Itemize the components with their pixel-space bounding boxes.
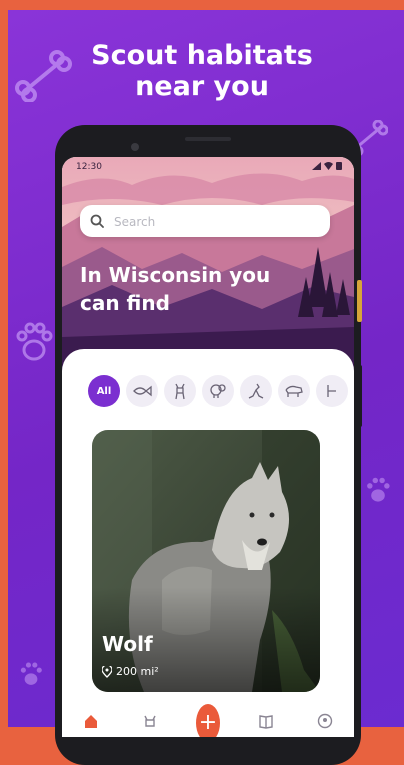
- chip-fish[interactable]: [126, 375, 158, 407]
- chip-bison[interactable]: [278, 375, 310, 407]
- animal-card[interactable]: Wolf 200 mi²: [92, 430, 320, 692]
- add-icon: +: [198, 710, 218, 735]
- search-input[interactable]: [112, 213, 316, 231]
- app-screen: 12:30 In Wisconsin you can find All: [62, 157, 354, 737]
- phone-volume-button: [357, 280, 362, 322]
- nav-profile[interactable]: [313, 709, 337, 733]
- hero-title-line-1: In Wisconsin you: [80, 263, 271, 287]
- nav-add[interactable]: +: [195, 704, 220, 737]
- paw-icon: [20, 662, 42, 685]
- phone-speaker: [185, 137, 231, 141]
- search-bar[interactable]: [80, 205, 330, 237]
- signal-icon: [312, 161, 321, 170]
- bottom-nav: +: [62, 704, 354, 737]
- chip-deer[interactable]: [164, 375, 196, 407]
- filter-chips: All: [88, 375, 348, 407]
- wifi-icon: [324, 161, 333, 170]
- status-bar: 12:30: [62, 161, 354, 175]
- chip-all-label: All: [96, 385, 112, 397]
- kangaroo-icon: [248, 383, 264, 399]
- status-time: 12:30: [76, 162, 102, 172]
- hero-title: In Wisconsin you can find: [80, 261, 270, 317]
- chip-sheep[interactable]: [202, 375, 234, 407]
- nav-home[interactable]: [79, 709, 103, 733]
- paw-icon: [367, 477, 390, 502]
- deer-icon: [175, 383, 185, 400]
- more-animal-icon: [327, 385, 336, 397]
- headline-line-2: near you: [135, 71, 269, 102]
- chip-all[interactable]: All: [88, 375, 120, 407]
- bison-icon: [285, 385, 303, 397]
- phone-camera: [131, 143, 139, 151]
- headline-line-1: Scout habitats: [91, 40, 313, 71]
- location-pin-icon: [102, 665, 112, 678]
- sheep-icon: [210, 384, 226, 398]
- animal-area: 200 mi²: [102, 665, 159, 678]
- animal-area-value: 200 mi²: [116, 665, 159, 678]
- add-button[interactable]: +: [195, 704, 220, 737]
- chip-kangaroo[interactable]: [240, 375, 272, 407]
- animal-name: Wolf: [102, 632, 153, 656]
- paw-icon: [16, 322, 53, 361]
- fish-icon: [133, 385, 152, 397]
- chip-more-animal[interactable]: [316, 375, 348, 407]
- nav-book[interactable]: [254, 709, 278, 733]
- promo-headline: Scout habitats near you: [0, 40, 404, 102]
- status-icons: [312, 161, 342, 170]
- battery-icon: [336, 162, 342, 170]
- phone-power-button: [357, 365, 362, 427]
- nav-animals[interactable]: [138, 709, 162, 733]
- search-icon: [90, 214, 104, 228]
- hero-title-line-2: can find: [80, 291, 170, 315]
